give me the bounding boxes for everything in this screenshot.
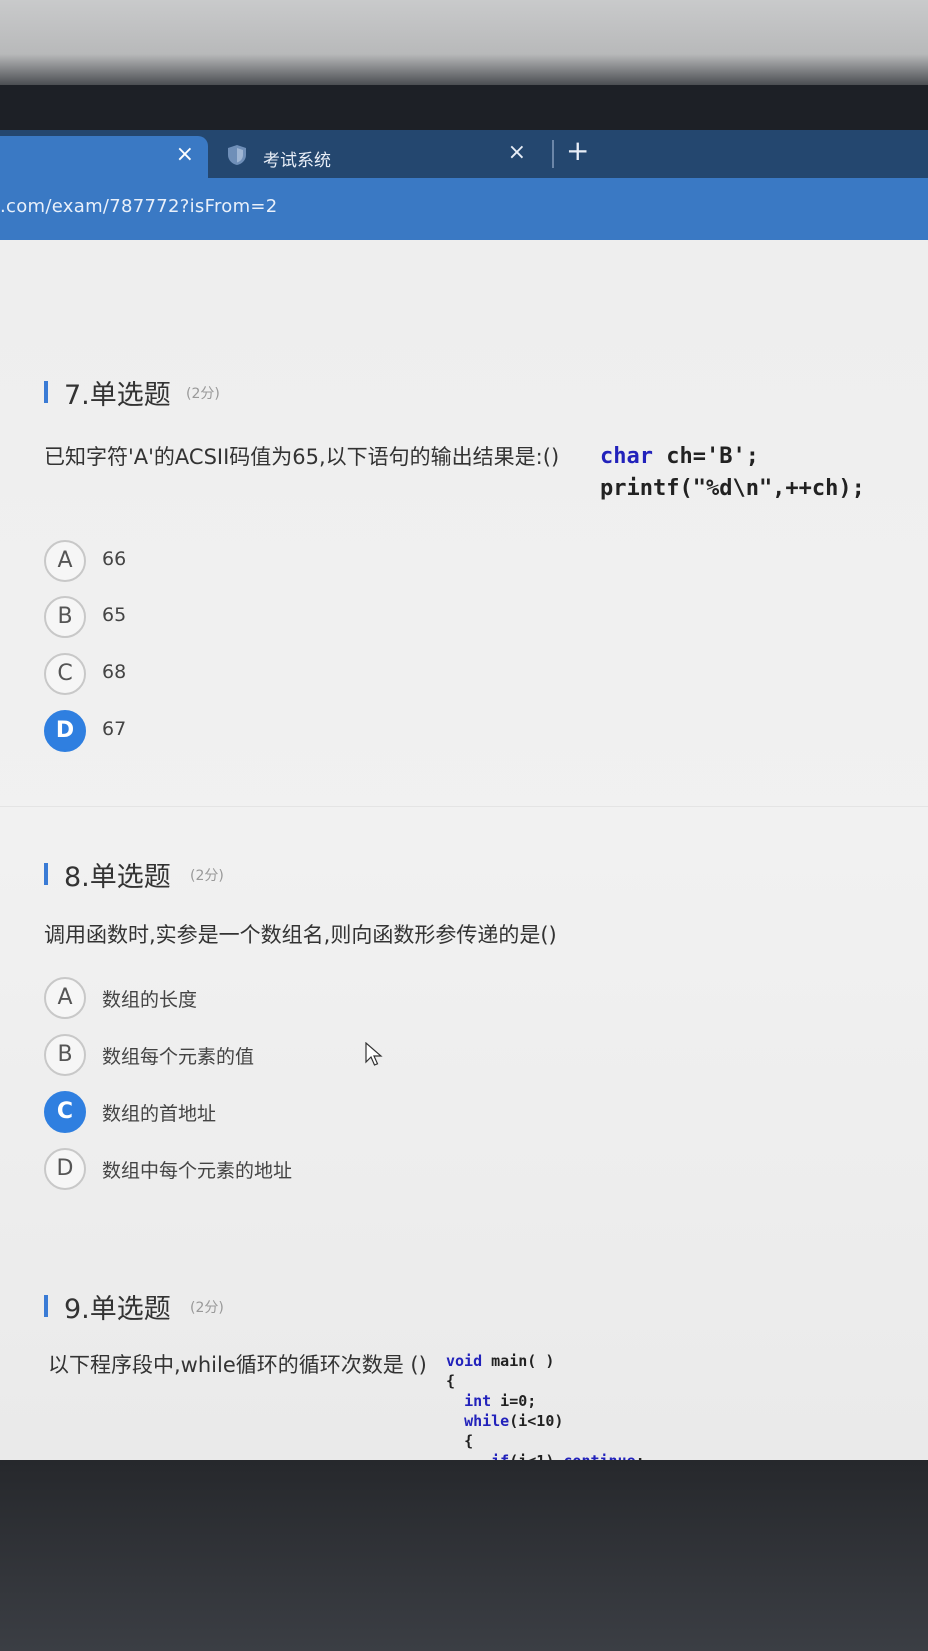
tab-previous[interactable]: × [0, 136, 208, 178]
url-text: .com/exam/787772?isFrom=2 [0, 196, 278, 217]
option-letter[interactable]: D [44, 1148, 86, 1190]
option-letter[interactable]: C [44, 653, 86, 695]
option-text: 67 [102, 718, 127, 740]
close-icon[interactable]: × [508, 140, 526, 165]
question-7: 7.单选题 (2分) 已知字符'A'的ACSII码值为65,以下语句的输出结果是… [44, 373, 924, 752]
new-tab-button[interactable]: + [566, 134, 589, 167]
question-text: 已知字符'A'的ACSII码值为65,以下语句的输出结果是:() [44, 445, 560, 469]
question-9: 9.单选题 (2分) 以下程序段中,while循环的循环次数是 () void … [44, 1287, 924, 1470]
code-keyword: int [464, 1392, 492, 1410]
option-text: 65 [102, 604, 127, 626]
option-a[interactable]: A 数组的长度 [44, 977, 544, 1021]
code-text: { [464, 1432, 474, 1450]
question-header: 8.单选题 (2分) [44, 855, 924, 895]
accent-bar [44, 381, 48, 403]
question-8: 8.单选题 (2分) 调用函数时,实参是一个数组名,则向函数形参传递的是() A… [44, 855, 924, 1190]
close-icon[interactable]: × [176, 142, 194, 167]
code-keyword: while [464, 1412, 510, 1430]
option-b[interactable]: B 数组每个元素的值 [44, 1034, 544, 1078]
option-letter[interactable]: D [44, 710, 86, 752]
code-text: { [446, 1372, 456, 1390]
tab-exam-system[interactable]: 考试系统 × [215, 136, 540, 178]
option-text: 数组中每个元素的地址 [102, 1160, 293, 1182]
question-score: (2分) [190, 1300, 224, 1316]
code-text: printf("%d\n",++ch); [600, 476, 865, 501]
question-title: 7.单选题 [64, 380, 171, 411]
option-text: 数组每个元素的值 [102, 1046, 255, 1068]
question-header: 9.单选题 (2分) [44, 1287, 924, 1327]
code-text: ch='B'; [652, 444, 759, 469]
photo-background [0, 0, 928, 90]
option-text: 数组的长度 [102, 989, 198, 1011]
tab-title: 考试系统 [263, 151, 331, 171]
option-d[interactable]: D 数组中每个元素的地址 [44, 1148, 544, 1192]
code-snippet: void main( ) { int i=0; while(i<10) { if… [446, 1351, 645, 1471]
option-text: 68 [102, 661, 127, 683]
monitor-bezel-top [0, 85, 928, 135]
option-letter[interactable]: A [44, 977, 86, 1019]
code-text: i=0; [491, 1392, 537, 1410]
option-b[interactable]: B 65 [44, 596, 544, 640]
question-title: 9.单选题 [64, 1294, 171, 1325]
code-keyword: void [446, 1352, 483, 1370]
browser-tab-bar: × 考试系统 × + [0, 130, 928, 178]
accent-bar [44, 1295, 48, 1317]
monitor-bezel-bottom [0, 1460, 928, 1651]
question-score: (2分) [190, 868, 224, 884]
option-c[interactable]: C 68 [44, 653, 544, 697]
option-letter[interactable]: C [44, 1091, 86, 1133]
shield-icon [228, 145, 246, 165]
question-text: 调用函数时,实参是一个数组名,则向函数形参传递的是() [44, 923, 557, 947]
option-letter[interactable]: B [44, 596, 86, 638]
address-bar[interactable]: .com/exam/787772?isFrom=2 [0, 178, 928, 240]
section-divider [0, 806, 928, 807]
tab-separator [552, 140, 554, 168]
question-score: (2分) [186, 386, 220, 402]
exam-page [0, 240, 928, 1460]
option-letter[interactable]: B [44, 1034, 86, 1076]
accent-bar [44, 863, 48, 885]
option-a[interactable]: A 66 [44, 540, 544, 584]
option-d[interactable]: D 67 [44, 710, 544, 754]
option-text: 66 [102, 548, 127, 570]
code-text: (i<10) [509, 1412, 564, 1430]
question-text: 以下程序段中,while循环的循环次数是 () [48, 1353, 427, 1377]
option-letter[interactable]: A [44, 540, 86, 582]
mouse-pointer-icon [365, 1042, 383, 1066]
code-keyword: char [600, 444, 653, 469]
code-snippet: char ch='B'; printf("%d\n",++ch); [600, 441, 865, 505]
option-c[interactable]: C 数组的首地址 [44, 1091, 544, 1135]
question-header: 7.单选题 (2分) [44, 373, 924, 413]
code-text: main( ) [482, 1352, 555, 1370]
option-text: 数组的首地址 [102, 1103, 217, 1125]
question-title: 8.单选题 [64, 862, 171, 893]
